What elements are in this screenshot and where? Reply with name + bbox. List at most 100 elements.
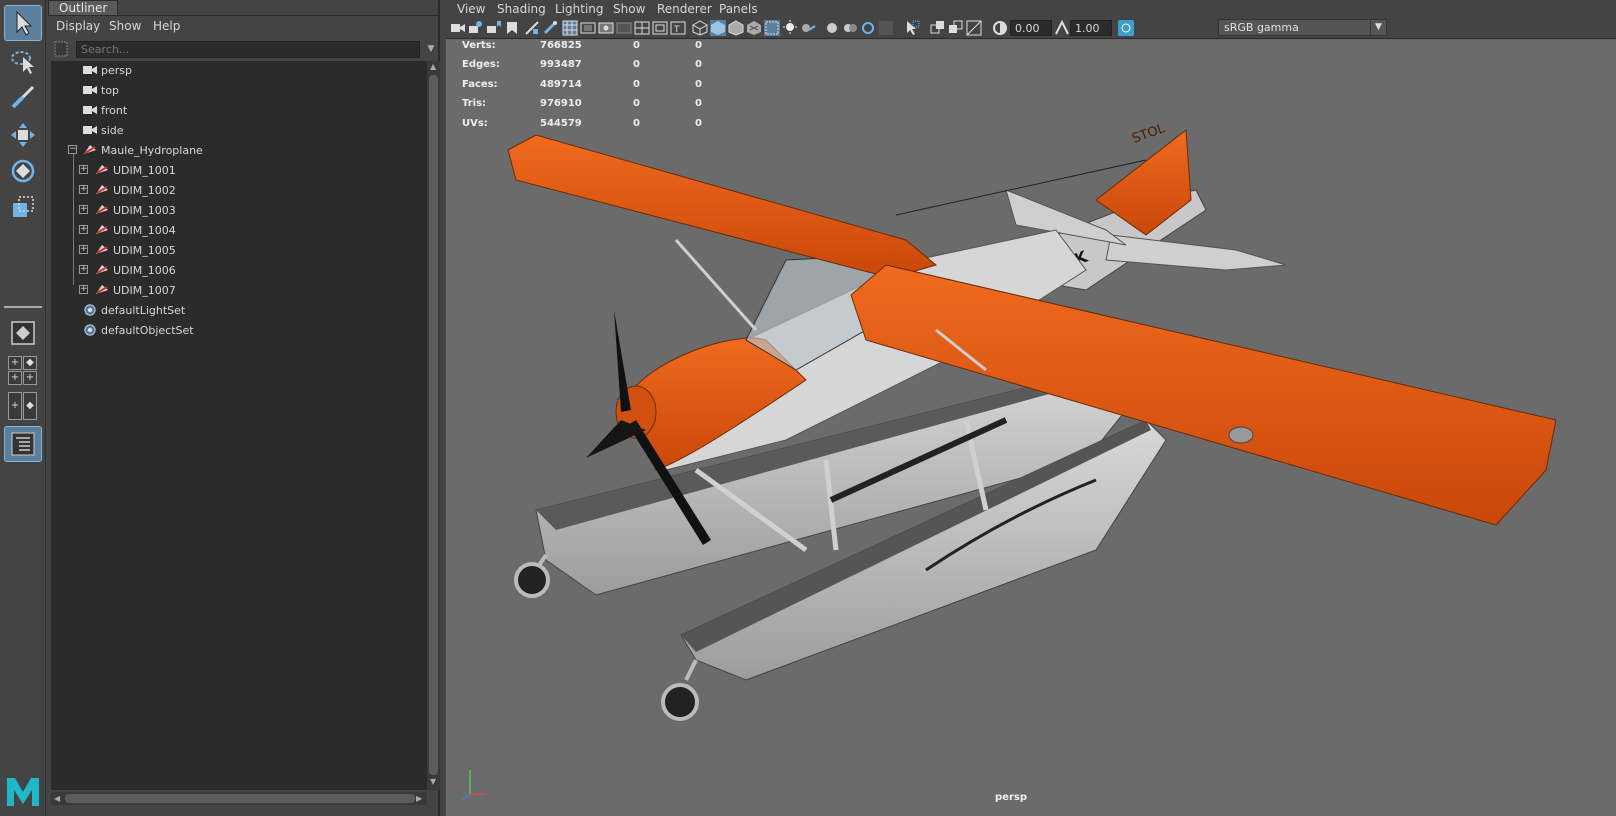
tree-row-udim-1006[interactable]: + UDIM_1006 xyxy=(51,261,421,281)
rotate-tool-button[interactable] xyxy=(5,154,41,188)
paint-select-tool-button[interactable] xyxy=(5,80,41,114)
menu-show[interactable]: Show xyxy=(109,19,141,33)
xray-active-icon[interactable] xyxy=(948,20,964,36)
shadows-icon[interactable] xyxy=(782,20,798,36)
wireframe-icon[interactable] xyxy=(692,20,708,36)
move-tool-button[interactable] xyxy=(5,118,41,152)
grease-pencil-icon[interactable] xyxy=(542,20,558,36)
expand-toggle[interactable]: + xyxy=(79,165,88,174)
tree-row-default-object-set[interactable]: defaultObjectSet xyxy=(51,321,421,341)
chevron-down-icon[interactable]: ▼ xyxy=(1370,19,1387,36)
tree-row-udim-1002[interactable]: + UDIM_1002 xyxy=(51,181,421,201)
tree-row-udim-1001[interactable]: + UDIM_1001 xyxy=(51,161,421,181)
tree-row-udim-1007[interactable]: + UDIM_1007 xyxy=(51,281,421,301)
textured-icon[interactable] xyxy=(746,20,762,36)
image-plane-icon[interactable] xyxy=(504,20,520,36)
gamma-field[interactable]: 1.00 xyxy=(1070,20,1112,36)
3d-viewport[interactable]: STOL 485K Verts: 766 xyxy=(446,40,1616,816)
expand-toggle[interactable]: + xyxy=(79,285,88,294)
scroll-right-arrow-icon[interactable]: ▶ xyxy=(416,794,422,803)
motion-blur-icon[interactable] xyxy=(824,20,840,36)
outliner-panel: Outliner Display Show Help ▼ persp top f… xyxy=(48,0,440,816)
backface-culling-icon[interactable] xyxy=(966,20,982,36)
gate-mask-icon[interactable] xyxy=(616,20,632,36)
multisample-aa-icon[interactable] xyxy=(842,20,858,36)
isolate-select-icon[interactable] xyxy=(904,20,920,36)
menu-view[interactable]: View xyxy=(457,2,485,16)
hud-value: 0 xyxy=(695,40,702,51)
color-space-select[interactable]: sRGB gamma xyxy=(1218,19,1374,36)
bookmarks-icon[interactable] xyxy=(486,20,502,36)
use-all-lights-icon[interactable] xyxy=(764,20,780,36)
scrollbar-thumb[interactable] xyxy=(429,75,438,775)
menu-show[interactable]: Show xyxy=(613,2,645,16)
smooth-shade-icon[interactable] xyxy=(710,20,726,36)
tree-row-udim-1005[interactable]: + UDIM_1005 xyxy=(51,241,421,261)
menu-help[interactable]: Help xyxy=(153,19,180,33)
expand-toggle[interactable]: + xyxy=(79,205,88,214)
exposure-field[interactable]: 0.00 xyxy=(1010,20,1052,36)
menu-panels[interactable]: Panels xyxy=(719,2,758,16)
menu-renderer[interactable]: Renderer xyxy=(657,2,712,16)
tree-row-top[interactable]: top xyxy=(51,81,421,101)
xray-joints-icon[interactable] xyxy=(930,20,946,36)
lasso-tool-button[interactable] xyxy=(5,44,41,78)
select-tool-button[interactable] xyxy=(4,5,42,41)
outliner-search-row: ▼ xyxy=(48,38,440,62)
two-view-layout-button[interactable]: + xyxy=(8,371,22,385)
tree-item-label: UDIM_1001 xyxy=(113,164,176,177)
scroll-left-arrow-icon[interactable]: ◀ xyxy=(54,794,60,803)
camera-attributes-icon[interactable] xyxy=(468,20,484,36)
tree-row-side[interactable]: side xyxy=(51,121,421,141)
four-view-layout-button[interactable]: + xyxy=(8,356,22,370)
persp-layout-button[interactable]: ◆ xyxy=(23,356,37,370)
hud-value: 0 xyxy=(695,98,702,109)
screen-space-ao-icon[interactable] xyxy=(800,20,816,36)
expand-toggle[interactable]: + xyxy=(79,185,88,194)
view-transform-icon[interactable] xyxy=(1118,20,1134,36)
filter-icon[interactable] xyxy=(54,41,68,57)
x-ray-icon[interactable] xyxy=(878,20,894,36)
tree-row-udim-1004[interactable]: + UDIM_1004 xyxy=(51,221,421,241)
persp-graph-layout-button[interactable]: ◆ xyxy=(23,392,37,420)
side-layout-button[interactable]: + xyxy=(23,371,37,385)
search-options-dropdown[interactable]: ▼ xyxy=(424,41,438,58)
scroll-down-arrow-icon[interactable]: ▼ xyxy=(430,777,436,786)
scale-tool-button[interactable] xyxy=(5,190,41,224)
gamma-icon[interactable] xyxy=(1054,20,1070,36)
expand-toggle[interactable]: + xyxy=(79,225,88,234)
safe-action-icon[interactable] xyxy=(652,20,668,36)
single-view-layout-button[interactable] xyxy=(5,316,41,350)
outliner-layout-button[interactable] xyxy=(4,426,42,462)
tree-row-maule-hydroplane[interactable]: − Maule_Hydroplane xyxy=(51,141,421,161)
collapse-toggle[interactable]: − xyxy=(68,145,77,154)
tree-row-persp[interactable]: persp xyxy=(51,61,421,81)
tree-row-udim-1003[interactable]: + UDIM_1003 xyxy=(51,201,421,221)
safe-title-icon[interactable]: T xyxy=(670,20,686,36)
outliner-tab[interactable]: Outliner xyxy=(48,0,119,15)
search-input[interactable] xyxy=(76,41,420,58)
tree-row-front[interactable]: front xyxy=(51,101,421,121)
film-gate-icon[interactable] xyxy=(580,20,596,36)
wireframe-on-shaded-icon[interactable] xyxy=(728,20,744,36)
tree-row-default-light-set[interactable]: defaultLightSet xyxy=(51,301,421,321)
depth-of-field-icon[interactable] xyxy=(860,20,876,36)
outliner-vertical-scrollbar[interactable]: ▲ ▼ xyxy=(427,61,440,790)
menu-display[interactable]: Display xyxy=(56,19,100,33)
outliner-horizontal-scrollbar[interactable]: ◀ ▶ xyxy=(51,792,427,805)
expand-toggle[interactable]: + xyxy=(79,265,88,274)
persp-outliner-layout-button[interactable]: + xyxy=(8,392,22,420)
resolution-gate-icon[interactable] xyxy=(598,20,614,36)
scroll-up-arrow-icon[interactable]: ▲ xyxy=(430,62,436,71)
scrollbar-thumb[interactable] xyxy=(65,794,415,803)
menu-shading[interactable]: Shading xyxy=(497,2,546,16)
select-camera-icon[interactable] xyxy=(450,20,466,36)
exposure-icon[interactable] xyxy=(992,20,1008,36)
grid-icon[interactable] xyxy=(562,20,578,36)
menu-lighting[interactable]: Lighting xyxy=(555,2,604,16)
tree-item-label: persp xyxy=(101,64,132,77)
2d-pan-zoom-icon[interactable] xyxy=(524,20,540,36)
scale-icon xyxy=(13,196,34,217)
field-chart-icon[interactable] xyxy=(634,20,650,36)
expand-toggle[interactable]: + xyxy=(79,245,88,254)
